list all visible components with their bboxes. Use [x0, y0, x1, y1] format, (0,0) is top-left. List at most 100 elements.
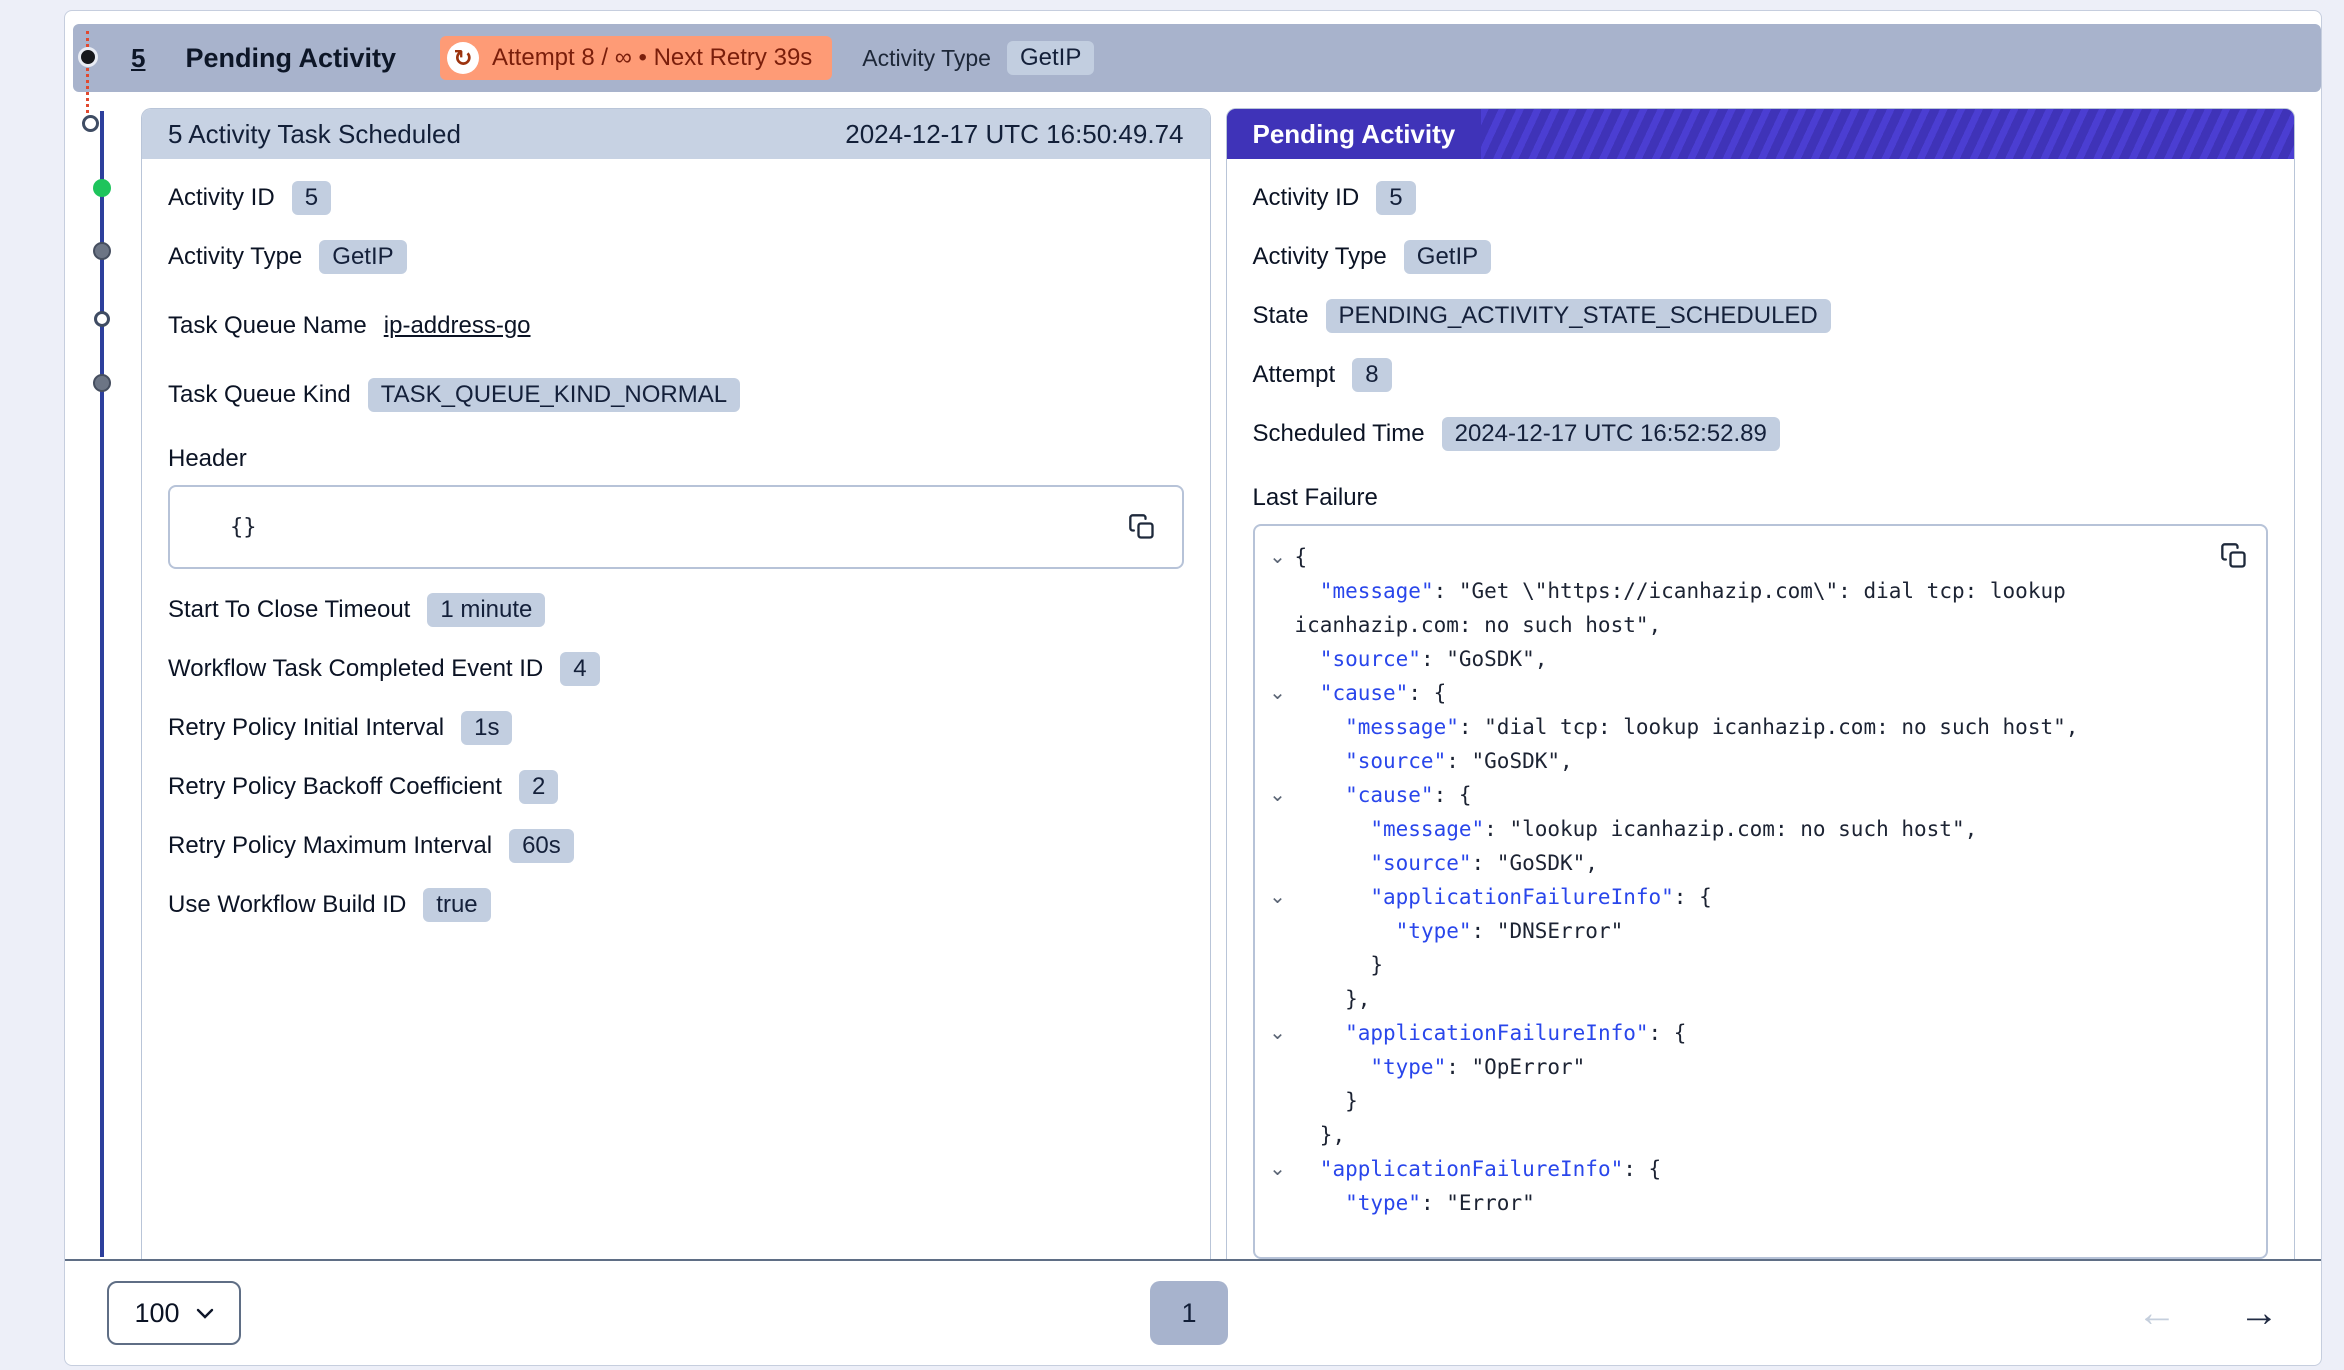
json-line: ⌄ "applicationFailureInfo": {: [1261, 880, 2207, 914]
pending-panel-body: Activity ID 5 Activity Type GetIP State …: [1227, 159, 2295, 1259]
json-key: "cause": [1295, 681, 1409, 705]
field-label: Attempt: [1253, 361, 1336, 389]
field-label: Task Queue Name: [168, 312, 367, 340]
event-id-link[interactable]: 5: [131, 43, 145, 74]
json-text: : "GoSDK",: [1472, 851, 1598, 875]
json-key: "source": [1295, 647, 1421, 671]
event-panel-body: Activity ID 5 Activity Type GetIP Task Q…: [142, 159, 1210, 1259]
json-key: "source": [1295, 851, 1472, 875]
field-value-badge: TASK_QUEUE_KIND_NORMAL: [368, 378, 740, 412]
json-text: }: [1295, 953, 1384, 977]
field-label: Activity ID: [168, 184, 275, 212]
json-line: ⌄ "cause": {: [1261, 778, 2207, 812]
collapse-chevron-icon[interactable]: ⌄: [1261, 1152, 1295, 1186]
timeline-dot-open-event[interactable]: [94, 311, 110, 327]
field-row-activity-id: Activity ID 5: [168, 181, 1184, 215]
collapse-chevron-icon[interactable]: ⌄: [1261, 540, 1295, 574]
pending-activity-panel: Pending Activity Activity ID 5 Activity …: [1226, 108, 2296, 1259]
timeline-dot-selected-event[interactable]: [78, 47, 98, 67]
timeline-dot-pending[interactable]: [82, 115, 99, 132]
json-line: "message": "Get \"https://icanhazip.com\…: [1261, 574, 2207, 642]
timeline-dot-event[interactable]: [93, 374, 111, 392]
timeline-rail: [100, 111, 104, 1257]
field-row-task-queue-name: Task Queue Name ip-address-go: [168, 312, 1184, 340]
json-text: : "DNSError": [1472, 919, 1624, 943]
field-row-state: State PENDING_ACTIVITY_STATE_SCHEDULED: [1253, 299, 2269, 333]
pagination-footer: 100 1 ← →: [65, 1259, 2321, 1365]
event-title: Pending Activity: [185, 43, 396, 74]
next-page-arrow-icon[interactable]: →: [2239, 1293, 2279, 1333]
field-value-badge: 8: [1352, 358, 1391, 392]
event-panel-header: 5 Activity Task Scheduled 2024-12-17 UTC…: [142, 109, 1210, 159]
field-label: Scheduled Time: [1253, 420, 1425, 448]
field-value-badge: true: [423, 888, 490, 922]
event-detail-panels: 5 Activity Task Scheduled 2024-12-17 UTC…: [141, 108, 2295, 1259]
json-text: },: [1295, 1123, 1346, 1147]
activity-type-badge: GetIP: [1007, 41, 1094, 75]
json-line: },: [1261, 982, 2207, 1016]
pending-activity-title: Pending Activity: [1227, 109, 1482, 159]
field-value-badge: 2024-12-17 UTC 16:52:52.89: [1442, 417, 1780, 451]
chevron-down-icon: [196, 1308, 214, 1319]
collapse-chevron-icon[interactable]: ⌄: [1261, 880, 1295, 914]
json-text: : {: [1674, 885, 1712, 909]
json-line: "type": "Error": [1261, 1186, 2207, 1220]
json-key: "applicationFailureInfo": [1295, 885, 1674, 909]
task-queue-link[interactable]: ip-address-go: [384, 312, 531, 340]
field-value-badge: GetIP: [1404, 240, 1491, 274]
page-1-button[interactable]: 1: [1150, 1281, 1228, 1345]
timeline-dot-event[interactable]: [93, 242, 111, 260]
activity-task-scheduled-panel: 5 Activity Task Scheduled 2024-12-17 UTC…: [141, 108, 1211, 1259]
json-line: }: [1261, 948, 2207, 982]
collapse-chevron-icon[interactable]: ⌄: [1261, 778, 1295, 812]
copy-icon[interactable]: [2216, 538, 2252, 574]
timeline-dot-completed[interactable]: [93, 179, 111, 197]
json-key: "message": [1295, 579, 1434, 603]
json-line: },: [1261, 1118, 2207, 1152]
field-row-activity-type: Activity Type GetIP: [1253, 240, 2269, 274]
json-line: ⌄{: [1261, 540, 2207, 574]
json-text: : {: [1408, 681, 1446, 705]
field-row-activity-id: Activity ID 5: [1253, 181, 2269, 215]
field-label: Start To Close Timeout: [168, 596, 410, 624]
header-payload-text: {}: [230, 515, 257, 540]
page-size-select[interactable]: 100: [107, 1281, 241, 1345]
retry-attempt-badge: ↻ Attempt 8 / ∞ • Next Retry 39s: [440, 36, 832, 80]
json-text: {: [1295, 545, 1308, 569]
json-text: : {: [1434, 783, 1472, 807]
field-value-badge: PENDING_ACTIVITY_STATE_SCHEDULED: [1326, 299, 1831, 333]
json-key: "type": [1295, 1191, 1421, 1215]
json-key: "source": [1295, 749, 1447, 773]
json-line: "source": "GoSDK",: [1261, 846, 2207, 880]
field-value-badge: 5: [292, 181, 331, 215]
field-row-retry-policy-initial-interval: Retry Policy Initial Interval 1s: [168, 711, 1184, 745]
json-key: "applicationFailureInfo": [1295, 1021, 1649, 1045]
field-label: Activity Type: [168, 243, 302, 271]
header-payload-box: {}: [168, 485, 1184, 569]
json-key: "type": [1295, 919, 1472, 943]
json-line: "type": "OpError": [1261, 1050, 2207, 1084]
json-key: "message": [1295, 715, 1459, 739]
refresh-icon: ↻: [447, 42, 479, 74]
previous-page-arrow-icon[interactable]: ←: [2137, 1293, 2177, 1333]
field-value-badge: 60s: [509, 829, 574, 863]
field-label: Workflow Task Completed Event ID: [168, 655, 543, 683]
collapse-chevron-icon[interactable]: ⌄: [1261, 1016, 1295, 1050]
copy-icon[interactable]: [1124, 509, 1160, 545]
activity-type-label: Activity Type: [862, 45, 991, 72]
field-label: Retry Policy Initial Interval: [168, 714, 444, 742]
json-key: "message": [1295, 817, 1485, 841]
header-section-label: Header: [168, 445, 1184, 473]
json-line: "message": "lookup icanhazip.com: no suc…: [1261, 812, 2207, 846]
field-value-badge: 1s: [461, 711, 512, 745]
field-row-task-queue-kind: Task Queue Kind TASK_QUEUE_KIND_NORMAL: [168, 378, 1184, 412]
json-line: }: [1261, 1084, 2207, 1118]
retry-attempt-text: Attempt 8 / ∞ • Next Retry 39s: [492, 44, 812, 72]
json-text: : "Error": [1421, 1191, 1535, 1215]
field-row-use-workflow-build-id: Use Workflow Build ID true: [168, 888, 1184, 922]
json-text: : "GoSDK",: [1421, 647, 1547, 671]
header-stripes-decoration: [1481, 109, 2294, 159]
json-text: : "OpError": [1446, 1055, 1585, 1079]
collapse-chevron-icon[interactable]: ⌄: [1261, 676, 1295, 710]
last-failure-json-viewer: ⌄{ "message": "Get \"https://icanhazip.c…: [1253, 524, 2269, 1259]
